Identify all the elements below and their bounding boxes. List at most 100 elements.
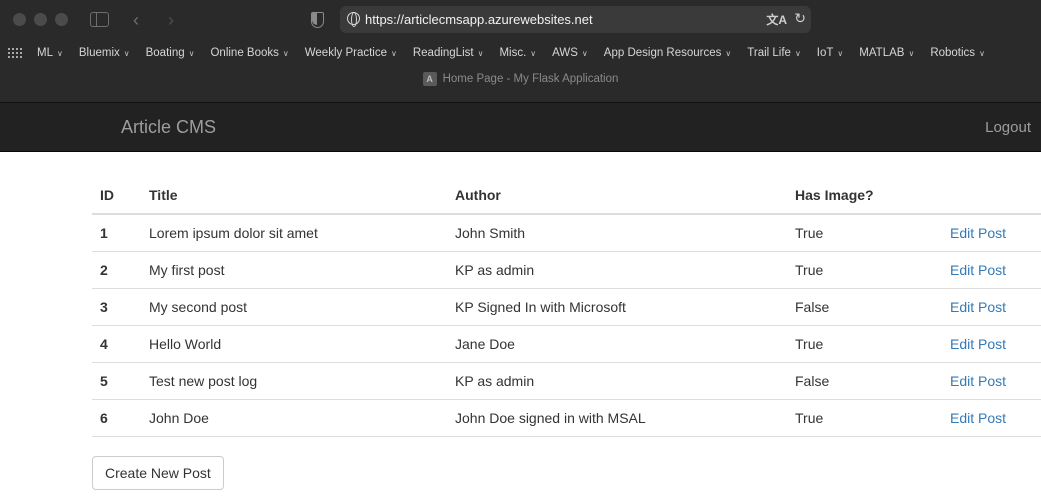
url-text[interactable]: https://articlecmsapp.azurewebsites.net: [365, 12, 593, 27]
bookmark-label: Robotics: [930, 47, 976, 59]
bookmark-folder[interactable]: IoT ∨: [817, 47, 843, 59]
post-author-cell: Jane Doe: [447, 325, 787, 363]
post-id-cell: 6: [92, 399, 141, 437]
post-title-cell: My second post: [141, 288, 447, 326]
chevron-down-icon: ∨: [56, 48, 63, 58]
table-header-row: ID Title Author Has Image?: [92, 176, 1041, 215]
post-id-cell: 2: [92, 251, 141, 289]
bookmark-folder[interactable]: AWS ∨: [552, 47, 588, 59]
post-title-cell: John Doe: [141, 399, 447, 437]
create-new-post-button[interactable]: Create New Post: [92, 456, 224, 490]
bookmark-folder[interactable]: ReadingList ∨: [413, 47, 484, 59]
zoom-window-button[interactable]: [55, 13, 68, 26]
brand-link[interactable]: Article CMS: [121, 117, 216, 138]
bookmark-folder[interactable]: Weekly Practice ∨: [305, 47, 397, 59]
globe-icon: [347, 12, 360, 27]
bookmark-folder[interactable]: App Design Resources ∨: [604, 47, 731, 59]
bookmark-label: Misc.: [499, 47, 527, 59]
bookmark-label: Bluemix: [78, 47, 120, 59]
browser-titlebar: ‹ › https://articlecmsapp.azurewebsites.…: [0, 0, 1041, 40]
post-author-cell: KP as admin: [447, 251, 787, 289]
translate-icon[interactable]: 文A: [766, 11, 787, 28]
post-action-cell: Edit Post: [942, 214, 1041, 252]
bookmark-label: Trail Life: [747, 47, 791, 59]
bookmark-folder[interactable]: Trail Life ∨: [747, 47, 801, 59]
table-row: 1 Lorem ipsum dolor sit amet John Smith Tru…: [92, 214, 1041, 252]
chevron-right-icon[interactable]: ›: [168, 10, 174, 30]
posts-content: ID Title Author Has Image? 1 Lorem ipsum …: [92, 176, 1041, 437]
privacy-shield-icon[interactable]: [311, 12, 324, 28]
bookmark-label: ReadingList: [412, 47, 474, 59]
bookmark-label: MATLAB: [859, 47, 905, 59]
post-title-cell: Hello World: [141, 325, 447, 363]
table-row: 6 John Doe John Doe signed in with MSAL Tru…: [92, 399, 1041, 437]
post-action-cell: Edit Post: [942, 399, 1041, 437]
edit-post-link[interactable]: Edit Post: [950, 299, 1006, 315]
chevron-down-icon: ∨: [390, 48, 397, 58]
post-id-cell: 4: [92, 325, 141, 363]
post-title-cell: Lorem ipsum dolor sit amet: [141, 214, 447, 252]
bookmark-folder[interactable]: Misc. ∨: [499, 47, 536, 59]
logout-link[interactable]: Logout: [985, 119, 1031, 136]
edit-post-link[interactable]: Edit Post: [950, 410, 1006, 426]
chevron-down-icon: ∨: [908, 48, 915, 58]
chevron-down-icon: ∨: [530, 48, 537, 58]
post-title-cell: Test new post log: [141, 362, 447, 400]
bookmark-label: IoT: [816, 47, 834, 59]
edit-post-link[interactable]: Edit Post: [950, 336, 1006, 352]
bookmark-folder[interactable]: Bluemix ∨: [79, 47, 130, 59]
tab-title: Home Page - My Flask Application: [442, 73, 619, 86]
post-action-cell: Edit Post: [942, 251, 1041, 289]
post-id-cell: 3: [92, 288, 141, 326]
window-controls: [13, 13, 68, 26]
chevron-down-icon: ∨: [282, 48, 289, 58]
reload-icon[interactable]: ↻: [794, 10, 806, 27]
address-bar[interactable]: https://articlecmsapp.azurewebsites.net …: [340, 6, 811, 33]
post-has-image-cell: True: [787, 325, 942, 363]
bookmark-label: Weekly Practice: [304, 47, 387, 59]
post-has-image-cell: True: [787, 399, 942, 437]
minimize-window-button[interactable]: [34, 13, 47, 26]
bookmark-folder[interactable]: Robotics ∨: [930, 47, 985, 59]
grid-icon[interactable]: [8, 47, 22, 59]
chevron-down-icon: ∨: [188, 48, 195, 58]
header-action: [942, 176, 1041, 215]
header-id: ID: [92, 176, 141, 215]
post-has-image-cell: False: [787, 362, 942, 400]
post-action-cell: Edit Post: [942, 325, 1041, 363]
sidebar-icon[interactable]: [90, 12, 109, 27]
bookmark-folder[interactable]: Online Books ∨: [210, 47, 288, 59]
post-has-image-cell: True: [787, 214, 942, 252]
post-has-image-cell: True: [787, 251, 942, 289]
post-author-cell: John Smith: [447, 214, 787, 252]
chevron-down-icon: ∨: [979, 48, 985, 58]
header-author: Author: [447, 176, 787, 215]
chevron-down-icon: ∨: [123, 48, 130, 58]
tab-favicon: A: [422, 72, 437, 86]
chevron-left-icon[interactable]: ‹: [133, 10, 139, 30]
close-window-button[interactable]: [13, 13, 26, 26]
chevron-down-icon: ∨: [477, 48, 484, 58]
edit-post-link[interactable]: Edit Post: [950, 262, 1006, 278]
post-id-cell: 1: [92, 214, 141, 252]
chevron-down-icon: ∨: [794, 48, 801, 58]
bookmark-label: Boating: [145, 47, 185, 59]
bookmarks-bar: ML ∨ Bluemix ∨ Boating ∨ Online Books ∨ Weekly P…: [0, 40, 1041, 66]
post-title-cell: My first post: [141, 251, 447, 289]
posts-table: ID Title Author Has Image? 1 Lorem ipsum …: [92, 176, 1041, 437]
table-row: 4 Hello World Jane Doe True Edit Post: [92, 325, 1041, 363]
post-id-cell: 5: [92, 362, 141, 400]
post-has-image-cell: False: [787, 288, 942, 326]
table-row: 3 My second post KP Signed In with Microso…: [92, 288, 1041, 326]
post-author-cell: KP as admin: [447, 362, 787, 400]
post-author-cell: KP Signed In with Microsoft: [447, 288, 787, 326]
active-tab[interactable]: A Home Page - My Flask Application: [0, 72, 1041, 86]
bookmark-folder[interactable]: MATLAB ∨: [859, 47, 914, 59]
header-title: Title: [141, 176, 447, 215]
edit-post-link[interactable]: Edit Post: [950, 225, 1006, 241]
bookmark-folder[interactable]: ML ∨: [37, 47, 63, 59]
browser-chrome: ‹ › https://articlecmsapp.azurewebsites.…: [0, 0, 1041, 103]
edit-post-link[interactable]: Edit Post: [950, 373, 1006, 389]
bookmark-label: Online Books: [210, 47, 279, 59]
bookmark-folder[interactable]: Boating ∨: [146, 47, 195, 59]
